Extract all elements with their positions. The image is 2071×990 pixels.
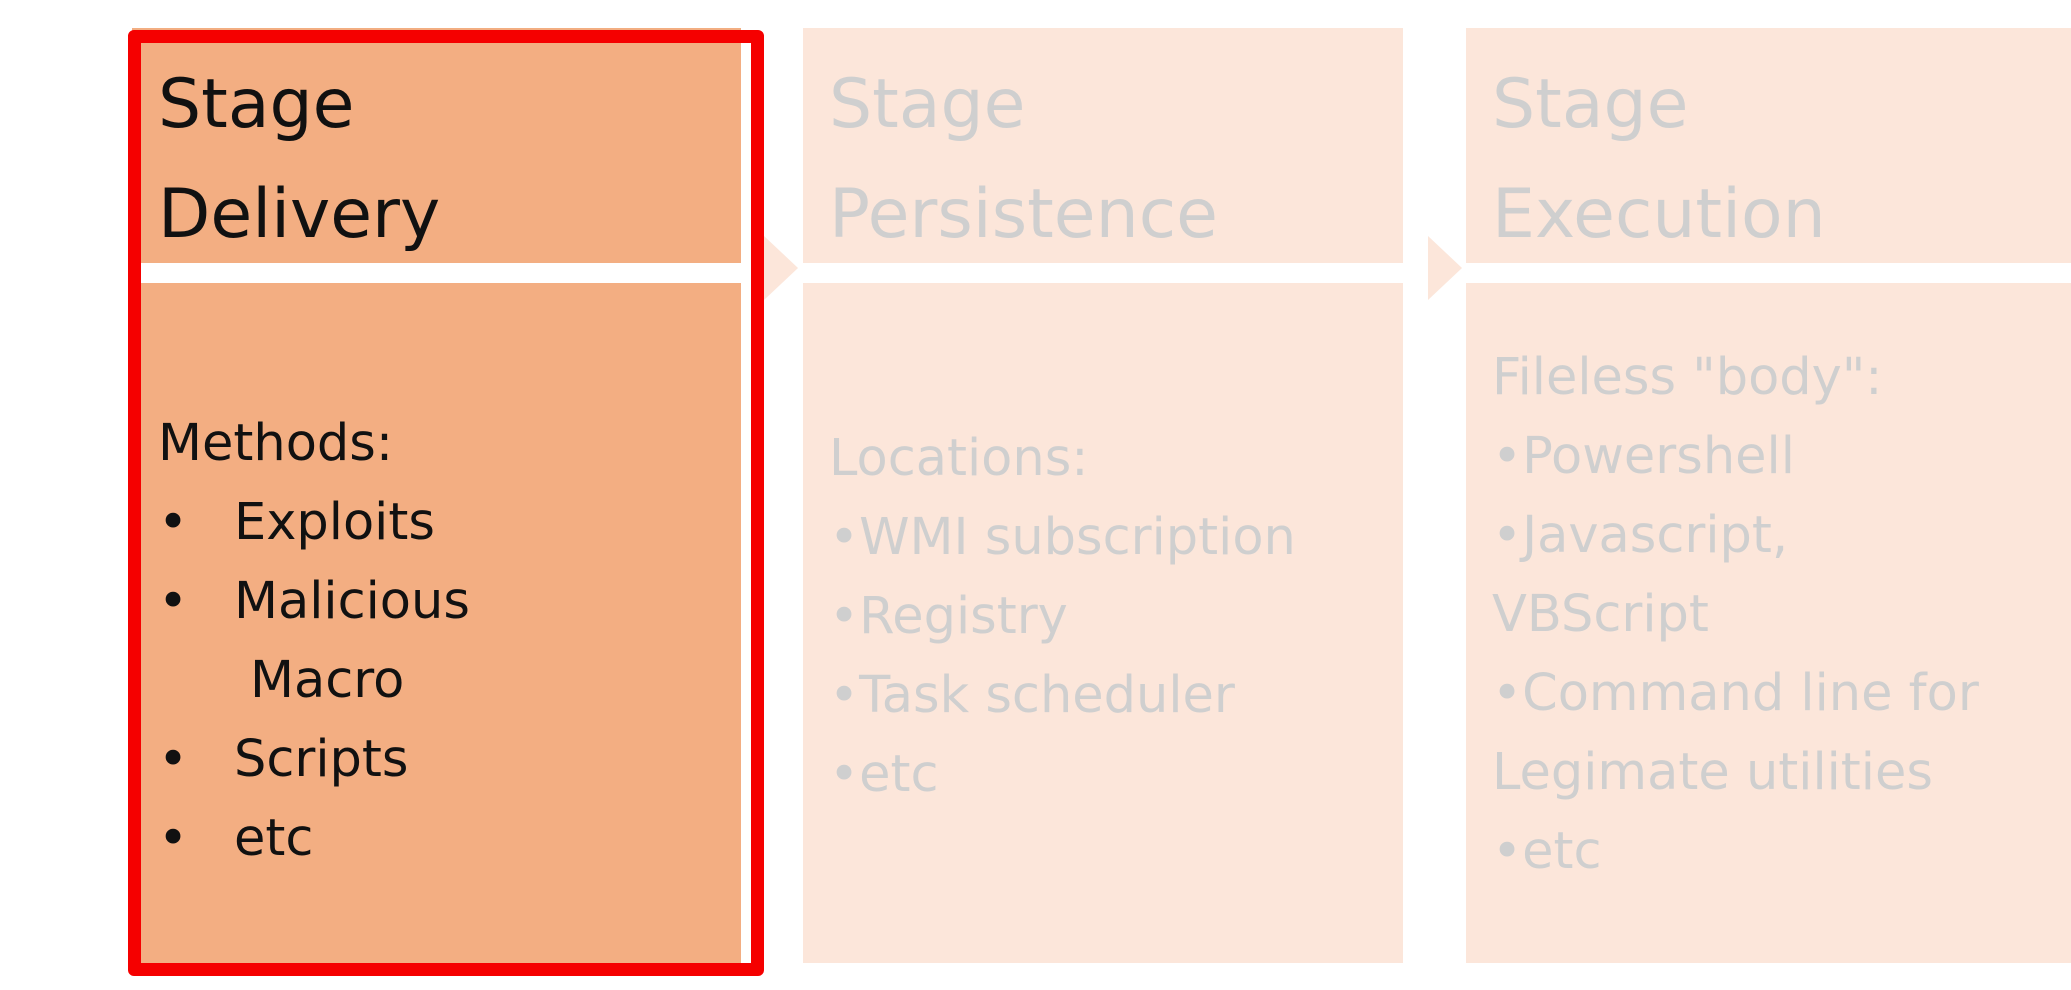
locations-heading: Locations: [829, 429, 1089, 488]
arrow-right-icon [764, 236, 798, 300]
location-item: •Registry [829, 587, 1068, 646]
execution-item: Legimate utilities [1492, 743, 1933, 802]
method-item: • Malicious [158, 562, 470, 641]
stage-persistence-box: Stage Persistence Locations: •WMI subscr… [803, 28, 1403, 963]
stage-execution-content: Fileless "body": •Powershell •Javascript… [1492, 338, 1979, 891]
method-item-continuation: Macro [250, 651, 405, 710]
stage-delivery-title-line2: Delivery [158, 175, 441, 254]
bullet-icon: • [158, 572, 189, 631]
stage-delivery-body: Methods: • Exploits • Malicious Macro • Scr… [132, 283, 741, 963]
stage-execution-title: Stage Execution [1492, 50, 1826, 270]
stage-delivery-title-line1: Stage [158, 65, 355, 144]
stage-delivery-header: Stage Delivery [132, 28, 741, 263]
stage-persistence-title: Stage Persistence [829, 50, 1218, 270]
stage-delivery-box: Stage Delivery Methods: • Exploits • Malic… [132, 28, 741, 963]
stage-execution-title-line2: Execution [1492, 175, 1826, 254]
stage-persistence-title-line2: Persistence [829, 175, 1218, 254]
execution-item: •Javascript, [1492, 506, 1789, 565]
method-item-label: Scripts [234, 730, 409, 789]
stage-delivery-content: Methods: • Exploits • Malicious Macro • Scr… [158, 404, 470, 878]
stage-execution-title-line1: Stage [1492, 65, 1689, 144]
bullet-icon: • [158, 730, 189, 789]
execution-item: •etc [1492, 822, 1602, 881]
execution-item: VBScript [1492, 585, 1709, 644]
bullet-icon: • [158, 809, 189, 868]
method-item: • Scripts [158, 720, 470, 799]
location-item: •WMI subscription [829, 508, 1296, 567]
stage-execution-box: Stage Execution Fileless "body": •Powers… [1466, 28, 2071, 963]
stage-delivery-title: Stage Delivery [158, 50, 440, 270]
stage-persistence-content: Locations: •WMI subscription •Registry •… [829, 419, 1296, 814]
method-item: • etc [158, 799, 470, 878]
method-item-label: etc [234, 809, 314, 868]
stage-execution-body: Fileless "body": •Powershell •Javascript… [1466, 283, 2071, 963]
execution-item: •Command line for [1492, 664, 1979, 723]
stage-persistence-body: Locations: •WMI subscription •Registry •… [803, 283, 1403, 963]
stage-persistence-header: Stage Persistence [803, 28, 1403, 263]
stage-persistence-title-line1: Stage [829, 65, 1026, 144]
execution-item: •Powershell [1492, 427, 1795, 486]
location-item: •Task scheduler [829, 666, 1235, 725]
methods-heading: Methods: [158, 414, 394, 473]
arrow-right-icon [1428, 236, 1462, 300]
method-item-label: Exploits [234, 493, 435, 552]
stage-execution-header: Stage Execution [1466, 28, 2071, 263]
location-item: •etc [829, 745, 939, 804]
method-item-label: Malicious [234, 572, 470, 631]
fileless-heading: Fileless "body": [1492, 348, 1883, 407]
method-item: • Exploits [158, 483, 470, 562]
bullet-icon: • [158, 493, 189, 552]
